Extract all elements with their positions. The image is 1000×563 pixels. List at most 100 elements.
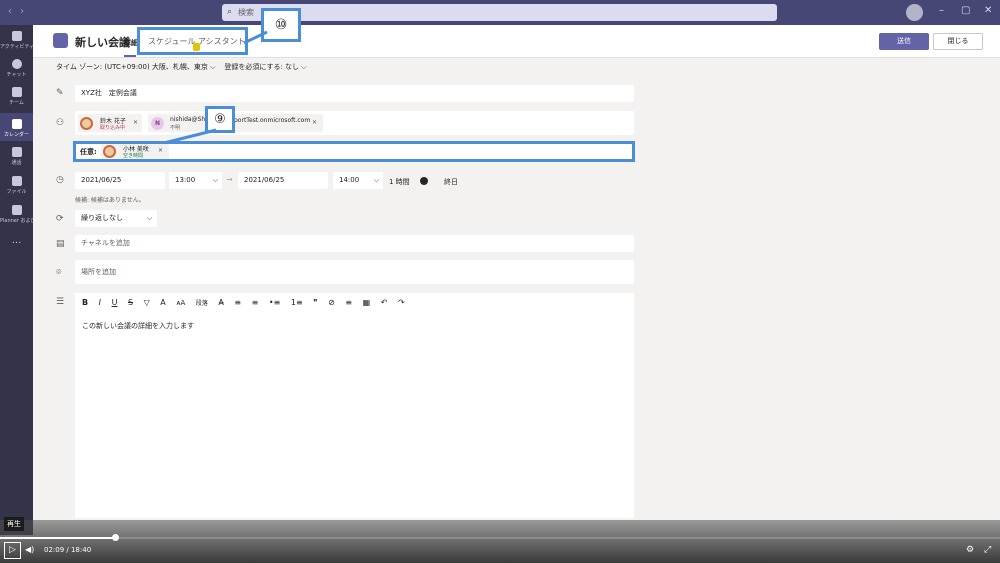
paragraph-dropdown[interactable]: 段落 bbox=[196, 298, 208, 307]
font-color-button[interactable]: A bbox=[160, 298, 165, 307]
rail-label: チャット bbox=[6, 72, 27, 78]
phone-icon bbox=[11, 147, 22, 157]
channel-icon: ▤ bbox=[56, 239, 65, 249]
timezone-label: タイム ゾーン: (UTC+09:00) 大阪、札幌、東京 bbox=[56, 63, 208, 71]
pencil-icon: ✎ bbox=[56, 88, 64, 98]
rail-item-more[interactable]: ... bbox=[0, 235, 33, 246]
back-arrow-icon[interactable]: ‹ bbox=[8, 6, 12, 17]
horizontal-rule-button[interactable]: ≡ bbox=[345, 298, 352, 307]
active-tab-indicator bbox=[124, 55, 136, 57]
all-day-label: 終日 bbox=[444, 178, 458, 186]
chevron-down-icon: ⌵ bbox=[212, 176, 218, 184]
hand-cursor-icon bbox=[193, 43, 200, 51]
highlight-button[interactable]: ▽ bbox=[144, 298, 150, 307]
close-window-icon[interactable]: ✕ bbox=[984, 5, 992, 16]
send-button[interactable]: 送信 bbox=[879, 33, 929, 50]
page-title: 新しい会議 bbox=[75, 36, 130, 49]
rail-label: チーム bbox=[9, 100, 24, 106]
attendee-chip[interactable]: 鈴木 花子 取り込み中 ✕ bbox=[78, 114, 142, 132]
play-button[interactable]: ▷ bbox=[4, 542, 21, 559]
minimize-icon[interactable]: – bbox=[939, 5, 944, 16]
rail-item-chat[interactable]: チャット bbox=[0, 59, 33, 78]
increase-indent-button[interactable]: ≡ bbox=[252, 298, 259, 307]
title-input[interactable]: XYZ社 定例会議 bbox=[75, 85, 634, 102]
tab-scheduling-assistant[interactable]: スケジュール アシスタント bbox=[137, 27, 248, 55]
optional-label: 任意: bbox=[80, 148, 97, 156]
maximize-icon[interactable]: ▢ bbox=[961, 5, 970, 16]
close-button[interactable]: 閉じる bbox=[933, 33, 983, 50]
location-input[interactable]: 場所を追加 bbox=[75, 260, 634, 284]
bold-button[interactable]: B bbox=[82, 298, 88, 307]
rail-label: カレンダー bbox=[3, 132, 29, 138]
remove-icon[interactable]: ✕ bbox=[158, 147, 163, 154]
attendee-status: 空き時間 bbox=[123, 153, 144, 159]
table-button[interactable]: ▦ bbox=[363, 298, 371, 307]
suggestions-text: 候補: 候補はありません。 bbox=[75, 197, 145, 204]
progress-track[interactable] bbox=[0, 537, 1000, 539]
start-date-input[interactable]: 2021/06/25 bbox=[75, 172, 165, 189]
forward-arrow-icon[interactable]: › bbox=[20, 6, 24, 17]
video-control-bar bbox=[0, 520, 1000, 563]
clear-format-button[interactable]: A̶ bbox=[218, 298, 223, 307]
volume-icon[interactable]: ◀) bbox=[25, 545, 34, 554]
rail-item-planner[interactable]: Planner および... bbox=[0, 205, 33, 224]
options-row: タイム ゾーン: (UTC+09:00) 大阪、札幌、東京 ⌵ 登録を必須にする… bbox=[56, 62, 307, 72]
add-people-icon: ⚇ bbox=[56, 118, 65, 128]
underline-button[interactable]: U bbox=[112, 298, 118, 307]
file-icon bbox=[11, 176, 22, 186]
rail-label: アクティビティ bbox=[0, 44, 33, 50]
redo-button[interactable]: ↷ bbox=[398, 298, 405, 307]
repeat-value: 繰り返しなし bbox=[81, 214, 123, 222]
chat-icon bbox=[11, 59, 22, 69]
chevron-down-icon: ⌵ bbox=[146, 214, 152, 222]
remove-icon[interactable]: ✕ bbox=[133, 119, 138, 126]
rail-label: Planner および... bbox=[0, 218, 33, 224]
bell-icon bbox=[11, 31, 22, 41]
fullscreen-icon[interactable]: ⤢ bbox=[984, 545, 991, 555]
numbered-list-button[interactable]: 1≡ bbox=[291, 298, 303, 307]
link-button[interactable]: ⊘ bbox=[328, 298, 335, 307]
registration-dropdown[interactable]: 登録を必須にする: なし ⌵ bbox=[224, 63, 306, 71]
undo-button[interactable]: ↶ bbox=[381, 298, 388, 307]
search-icon: ⌕ bbox=[227, 7, 233, 17]
title-value: XYZ社 定例会議 bbox=[81, 89, 137, 97]
rail-item-calendar[interactable]: カレンダー bbox=[0, 113, 33, 141]
more-icon: ... bbox=[11, 235, 22, 246]
end-date-input[interactable]: 2021/06/25 bbox=[238, 172, 328, 189]
quote-button[interactable]: ❞ bbox=[313, 298, 317, 307]
rail-item-calls[interactable]: 通話 bbox=[0, 147, 33, 166]
rail-item-files[interactable]: ファイル bbox=[0, 176, 33, 195]
italic-button[interactable]: I bbox=[99, 298, 101, 307]
font-size-button[interactable]: ᴀA bbox=[176, 299, 185, 307]
chevron-down-icon: ⌵ bbox=[301, 63, 307, 71]
channel-input[interactable]: チャネルを追加 bbox=[75, 235, 634, 252]
rail-item-activity[interactable]: アクティビティ bbox=[0, 31, 33, 50]
decrease-indent-button[interactable]: ≡ bbox=[234, 298, 241, 307]
play-tooltip: 再生 bbox=[4, 517, 24, 531]
attendee-name: nishida@Sh bbox=[170, 116, 206, 123]
all-day-toggle[interactable] bbox=[420, 177, 428, 185]
attendee-email-suffix: portTest.onmicrosoft.com bbox=[234, 117, 311, 124]
timezone-dropdown[interactable]: タイム ゾーン: (UTC+09:00) 大阪、札幌、東京 ⌵ bbox=[56, 63, 215, 71]
start-time-select[interactable]: 13:00 ⌵ bbox=[169, 172, 222, 189]
bullet-list-button[interactable]: •≡ bbox=[269, 298, 280, 307]
avatar bbox=[103, 145, 116, 158]
repeat-select[interactable]: 繰り返しなし ⌵ bbox=[75, 210, 157, 227]
tab-details[interactable]: 詳細 bbox=[124, 38, 138, 48]
clock-icon: ◷ bbox=[56, 175, 64, 185]
search-input[interactable]: ⌕ 検索 bbox=[222, 4, 777, 21]
optional-attendees-input[interactable]: 任意: 小林 美咲 空き時間 ✕ bbox=[73, 141, 635, 162]
start-time-value: 13:00 bbox=[175, 176, 196, 184]
rail-item-teams[interactable]: チーム bbox=[0, 87, 33, 106]
registration-label: 登録を必須にする: なし bbox=[224, 63, 300, 71]
remove-icon[interactable]: ✕ bbox=[312, 119, 317, 126]
location-placeholder: 場所を追加 bbox=[81, 268, 116, 276]
gear-icon[interactable]: ⚙ bbox=[966, 545, 974, 555]
strikethrough-button[interactable]: S bbox=[128, 298, 133, 307]
app-rail: アクティビティ チャット チーム カレンダー 通話 ファイル Planner お… bbox=[0, 25, 33, 535]
progress-handle[interactable] bbox=[112, 534, 119, 541]
avatar[interactable] bbox=[906, 4, 923, 21]
details-body-text: この新しい会議の詳細を入力します bbox=[82, 322, 194, 330]
end-time-select[interactable]: 14:00 ⌵ bbox=[333, 172, 383, 189]
optional-attendee-chip[interactable]: 小林 美咲 空き時間 ✕ bbox=[101, 144, 169, 159]
